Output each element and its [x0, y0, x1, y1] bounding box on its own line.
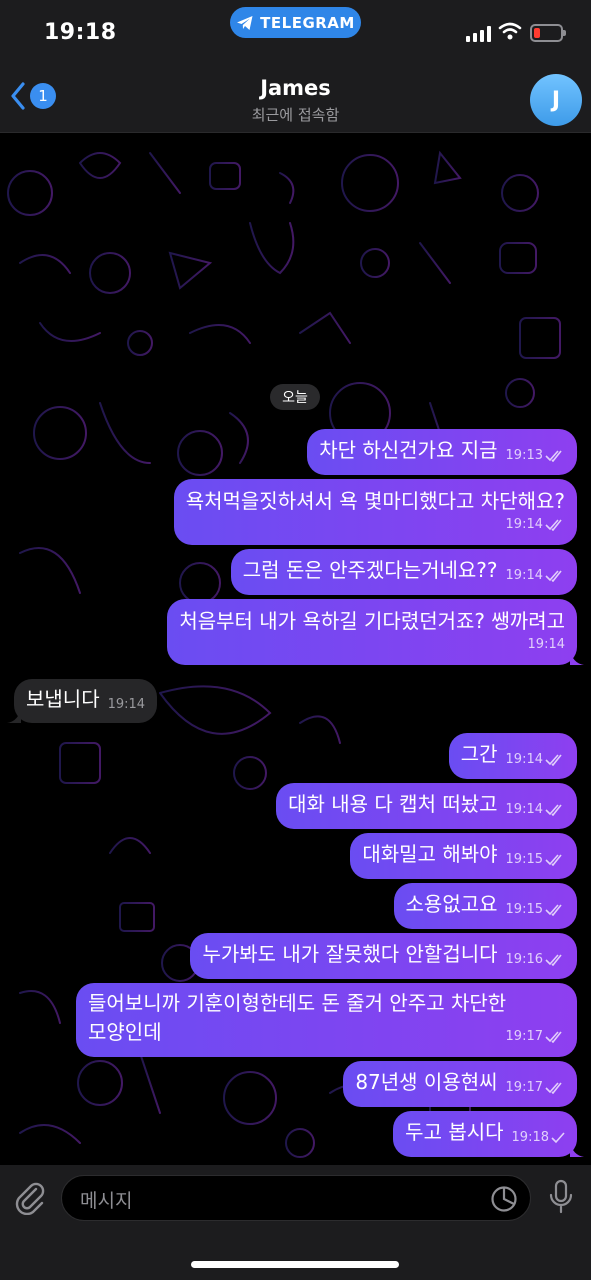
message-bubble-outgoing[interactable]: 그럼 돈은 안주겠다는거네요?? 19:14 — [230, 549, 577, 595]
double-check-icon — [545, 1082, 562, 1094]
message-bubble-outgoing[interactable]: 대화밀고 해봐야 19:15 — [350, 833, 577, 879]
mic-icon[interactable] — [548, 1179, 574, 1215]
last-seen-status: 최근에 접속함 — [251, 106, 340, 124]
bubble-tail — [7, 707, 21, 723]
message-bubble-outgoing[interactable]: 그간 19:14 — [448, 733, 577, 779]
wifi-icon — [498, 22, 522, 40]
message-meta: 19:15 — [506, 846, 565, 874]
sticker-icon[interactable] — [490, 1185, 518, 1213]
message-bubble-incoming[interactable]: 보냅니다 19:14 — [7, 679, 158, 723]
message-text: 들어보니까 기훈이형한테도 돈 줄거 안주고 차단한 — [88, 991, 507, 1015]
message-text: 그럼 돈은 안주겠다는거네요?? — [242, 558, 498, 582]
message-bubble-outgoing[interactable]: 처음부터 내가 욕하길 기다렸던거죠? 쌩까려고 19:14 — [167, 599, 584, 665]
message-time: 19:16 — [505, 952, 543, 967]
double-check-icon — [545, 1030, 562, 1043]
message-text: 대화 내용 다 캡처 떠놨고 — [288, 792, 498, 816]
message-bubble-outgoing[interactable]: 소용없고요 19:15 — [393, 883, 577, 929]
message-meta: 19:17 — [506, 1074, 565, 1102]
message-meta: 19:14 — [506, 511, 565, 539]
double-check-icon — [545, 570, 562, 582]
message-time: 19:14 — [505, 568, 543, 583]
message-meta: 19:13 — [506, 442, 565, 470]
attach-icon[interactable] — [14, 1181, 46, 1215]
message-text: 욕처먹을짓하셔서 욕 몇마디했다고 차단해요? — [185, 489, 565, 513]
message-text: 누가봐도 내가 잘못했다 안할겁니다 — [202, 942, 498, 966]
double-check-icon — [545, 954, 562, 966]
status-bar: 19:18 TELEGRAM — [0, 0, 591, 56]
home-indicator — [191, 1261, 399, 1268]
bubble-tail — [570, 649, 584, 665]
battery-icon — [530, 24, 566, 42]
telegram-pill-label: TELEGRAM — [260, 13, 355, 32]
date-separator: 오늘 — [270, 384, 320, 410]
message-time: 19:15 — [505, 852, 543, 867]
message-bubble-outgoing[interactable]: 누가봐도 내가 잘못했다 안할겁니다 19:16 — [190, 933, 577, 979]
message-meta: 19:14 — [506, 746, 565, 774]
message-bubble-outgoing[interactable]: 87년생 이용현씨 19:17 — [343, 1061, 577, 1107]
message-time: 19:14 — [505, 517, 543, 532]
avatar[interactable]: J — [530, 74, 582, 126]
message-text: 그간 — [460, 742, 498, 766]
message-meta: 19:16 — [506, 946, 565, 974]
chat-header: 1 James 최근에 접속함 J — [0, 56, 591, 133]
message-bubble-outgoing[interactable]: 두고 봅시다 19:18 — [393, 1111, 584, 1157]
chat-area[interactable]: 오늘 차단 하신건가요 지금 19:13 욕처먹을짓하셔서 욕 몇마디했다고 차단… — [0, 133, 591, 1165]
message-text: 두고 봅시다 — [405, 1120, 504, 1144]
double-check-icon — [545, 854, 562, 866]
message-meta: 19:18 — [512, 1124, 565, 1152]
message-time: 19:17 — [505, 1080, 543, 1095]
bubble-tail — [570, 1141, 584, 1157]
message-meta: 19:14 — [506, 562, 565, 590]
message-time: 19:14 — [527, 637, 565, 652]
message-text: 대화밀고 해봐야 — [362, 842, 498, 866]
message-text-line2: 모양인데 — [88, 1020, 162, 1044]
telegram-pill[interactable]: TELEGRAM — [230, 7, 361, 38]
message-meta: 19:14 — [506, 796, 565, 824]
chat-title[interactable]: James — [0, 76, 591, 100]
message-time: 19:15 — [505, 902, 543, 917]
message-bubble-outgoing[interactable]: 차단 하신건가요 지금 19:13 — [307, 429, 577, 475]
double-check-icon — [545, 804, 562, 816]
message-time: 19:13 — [505, 448, 543, 463]
double-check-icon — [545, 754, 562, 766]
message-time: 19:14 — [107, 697, 146, 712]
message-input-bar: 메시지 — [0, 1165, 591, 1280]
message-time: 19:14 — [505, 752, 543, 767]
double-check-icon — [545, 904, 562, 916]
message-text: 차단 하신건가요 지금 — [319, 438, 498, 462]
message-time: 19:18 — [511, 1130, 549, 1145]
message-text: 87년생 이용현씨 — [355, 1070, 498, 1094]
double-check-icon — [545, 519, 562, 531]
message-meta: 19:14 — [108, 691, 145, 719]
message-input[interactable]: 메시지 — [61, 1175, 531, 1221]
message-text: 처음부터 내가 욕하길 기다렸던거죠? 쌩까려고 — [179, 609, 565, 633]
signal-icon — [466, 26, 491, 42]
message-meta: 19:14 — [528, 631, 565, 659]
message-text: 보냅니다 — [26, 687, 100, 711]
message-time: 19:14 — [505, 802, 543, 817]
single-check-icon — [551, 1132, 565, 1144]
message-input-placeholder: 메시지 — [80, 1190, 133, 1212]
message-bubble-outgoing[interactable]: 대화 내용 다 캡처 떠놨고 19:14 — [276, 783, 577, 829]
double-check-icon — [545, 450, 562, 462]
message-bubble-outgoing[interactable]: 들어보니까 기훈이형한테도 돈 줄거 안주고 차단한 모양인데 19:17 — [76, 983, 577, 1057]
message-bubble-outgoing[interactable]: 욕처먹을짓하셔서 욕 몇마디했다고 차단해요? 19:14 — [173, 479, 577, 545]
telegram-plane-icon — [237, 15, 253, 30]
message-time: 19:17 — [505, 1029, 543, 1044]
status-time: 19:18 — [44, 20, 117, 45]
message-text: 소용없고요 — [405, 892, 498, 916]
message-meta: 19:15 — [506, 896, 565, 924]
message-meta: 19:17 — [506, 1022, 565, 1051]
